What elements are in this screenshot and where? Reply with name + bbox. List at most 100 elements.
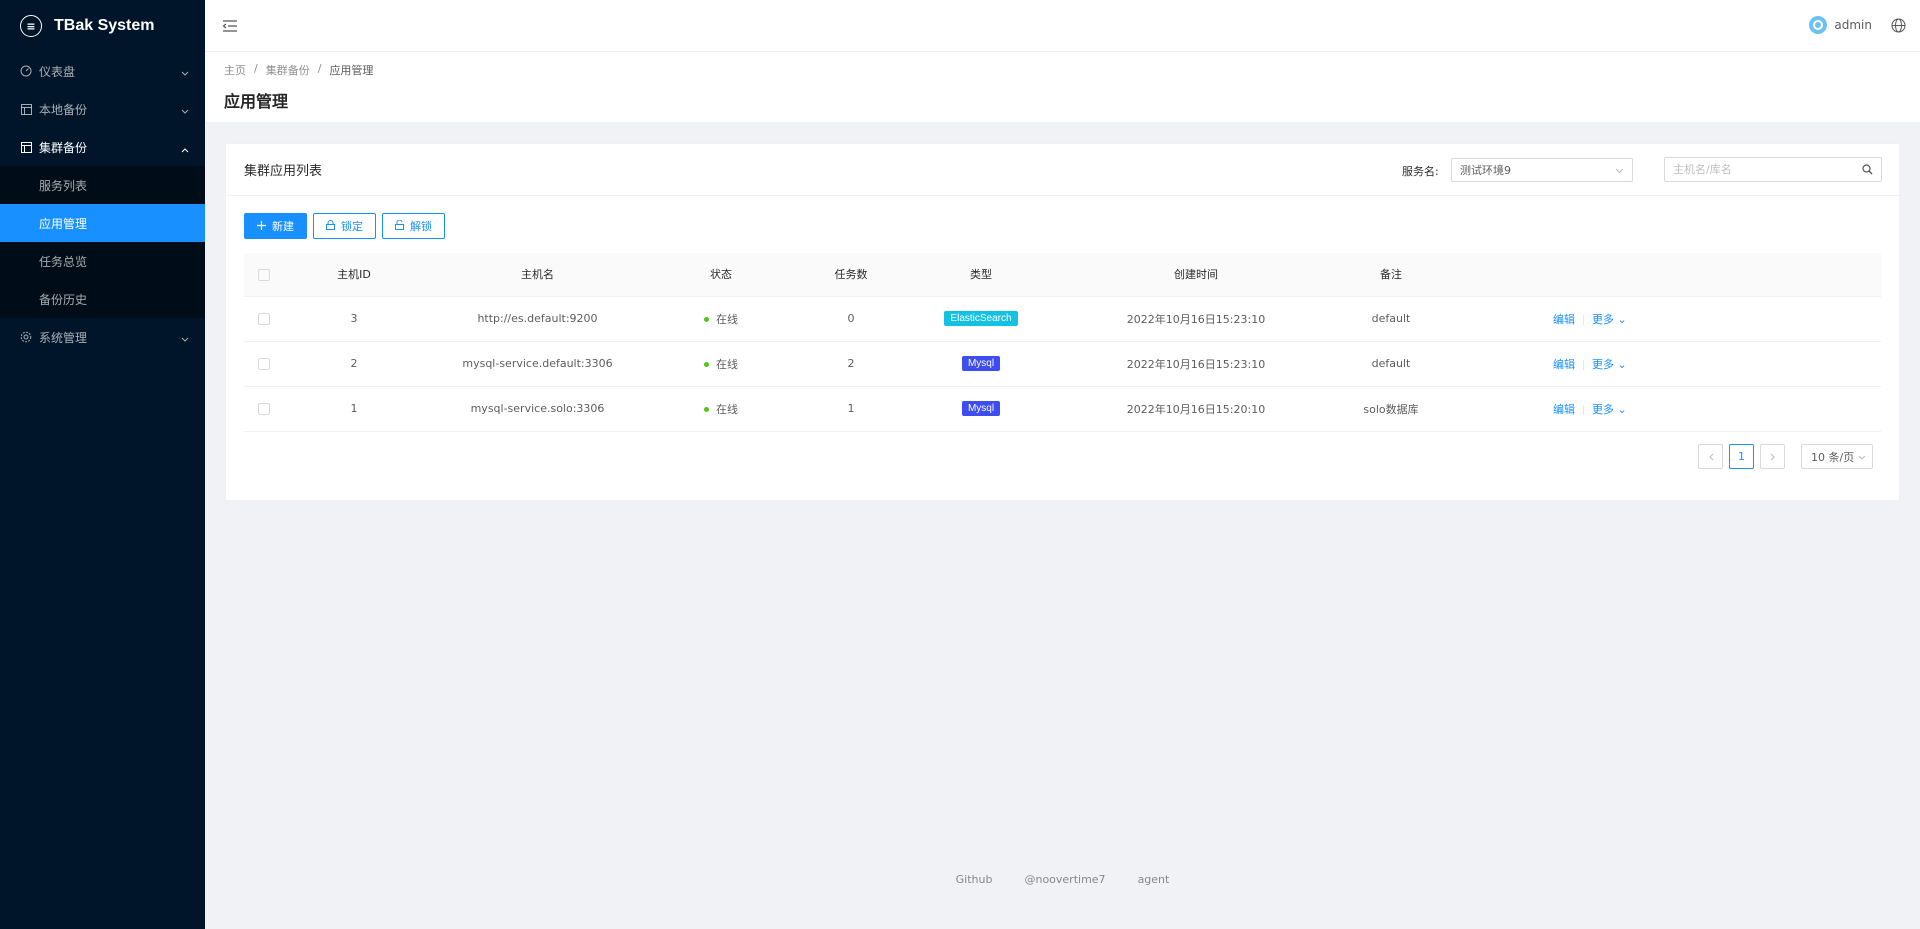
dashboard-icon <box>20 65 32 77</box>
select-all-checkbox[interactable] <box>258 268 270 281</box>
chevron-down-icon: ⌄ <box>1617 312 1627 326</box>
table-row: 1 mysql-service.solo:3306 在线 1 Mysql 202… <box>244 386 1881 432</box>
row-checkbox[interactable] <box>258 403 270 415</box>
edit-link[interactable]: 编辑 <box>1553 358 1575 371</box>
next-page-button[interactable] <box>1760 444 1785 469</box>
logo-icon: ≡ <box>20 15 42 37</box>
hostname-cell: mysql-service.default:3306 <box>424 341 651 387</box>
sidebar-item-system-management[interactable]: 系统管理 <box>0 318 205 356</box>
page-size-select[interactable]: 10 条/页 <box>1801 444 1873 469</box>
type-tag: Mysql <box>961 356 1001 371</box>
table-row: 2 mysql-service.default:3306 在线 2 Mysql … <box>244 341 1881 387</box>
sidebar-item-cluster-backup[interactable]: 集群备份 <box>0 128 205 166</box>
task-count-cell: 1 <box>791 386 911 432</box>
search-input[interactable] <box>1673 163 1853 176</box>
column-header-note[interactable]: 备注 <box>1341 253 1441 297</box>
host-id-cell: 2 <box>284 341 424 387</box>
breadcrumb-cluster-backup[interactable]: 集群备份 <box>266 62 310 78</box>
column-header-type[interactable]: 类型 <box>911 253 1051 297</box>
unlock-icon <box>395 218 404 233</box>
column-header-hostname[interactable]: 主机名 <box>424 253 651 297</box>
action-divider <box>1583 404 1584 415</box>
lock-button-label: 锁定 <box>341 220 363 233</box>
toolbar: 新建 锁定 解锁 <box>244 213 445 239</box>
footer-link-github[interactable]: Github <box>956 873 993 886</box>
column-header-task-count[interactable]: 任务数 <box>791 253 911 297</box>
app-table: 主机ID 主机名 状态 任务数 类型 创建时间 备注 3 http://es.d… <box>244 253 1881 432</box>
status-cell: 在线 <box>651 341 791 387</box>
actions-cell: 编辑 更多 ⌄ <box>1441 296 1881 342</box>
sidebar-item-local-backup[interactable]: 本地备份 <box>0 90 205 128</box>
card-header: 集群应用列表 服务名: 测试环境9 <box>226 144 1899 196</box>
app-title: TBak System <box>54 17 155 34</box>
host-id-cell: 3 <box>284 296 424 342</box>
sidebar-item-dashboard[interactable]: 仪表盘 <box>0 52 205 90</box>
plus-icon <box>257 220 266 233</box>
sidebar-item-task-overview[interactable]: 任务总览 <box>0 242 205 280</box>
more-link[interactable]: 更多 ⌄ <box>1592 358 1627 371</box>
actions-cell: 编辑 更多 ⌄ <box>1441 386 1881 432</box>
footer-link-author[interactable]: @noovertime7 <box>1024 873 1105 886</box>
sidebar-item-label: 系统管理 <box>39 330 88 345</box>
page-size-value: 10 条/页 <box>1811 450 1855 464</box>
column-header-host-id[interactable]: 主机ID <box>284 253 424 297</box>
row-select-cell <box>244 341 284 387</box>
more-link[interactable]: 更多 ⌄ <box>1592 403 1627 416</box>
chevron-down-icon: ⌄ <box>1617 357 1627 371</box>
sidebar-item-label: 本地备份 <box>39 102 88 117</box>
table-row: 3 http://es.default:9200 在线 0 ElasticSea… <box>244 296 1881 342</box>
chevron-down-icon: ⌄ <box>1617 402 1627 416</box>
submenu-cluster-backup: 服务列表 应用管理 任务总览 备份历史 <box>0 166 205 318</box>
lock-button[interactable]: 锁定 <box>313 213 376 239</box>
menu-fold-icon[interactable] <box>222 18 238 34</box>
unlock-button[interactable]: 解锁 <box>382 213 445 239</box>
column-header-actions <box>1441 253 1881 297</box>
new-button[interactable]: 新建 <box>244 213 307 239</box>
sidebar-item-app-management[interactable]: 应用管理 <box>0 204 205 242</box>
page-1-button[interactable]: 1 <box>1729 444 1754 469</box>
more-link-label: 更多 <box>1592 402 1614 416</box>
status-dot <box>704 407 709 412</box>
status-text: 在线 <box>716 357 738 371</box>
row-checkbox[interactable] <box>258 313 270 325</box>
row-checkbox[interactable] <box>258 358 270 370</box>
actions-cell: 编辑 更多 ⌄ <box>1441 341 1881 387</box>
breadcrumb-current: 应用管理 <box>329 64 374 77</box>
username: admin <box>1834 18 1872 32</box>
hostname-cell: http://es.default:9200 <box>424 296 651 342</box>
chevron-up-icon <box>181 142 189 156</box>
type-tag: ElasticSearch <box>944 311 1018 326</box>
edit-link[interactable]: 编辑 <box>1553 313 1575 326</box>
column-header-status[interactable]: 状态 <box>651 253 791 297</box>
breadcrumb-home[interactable]: 主页 <box>224 62 246 78</box>
action-divider <box>1583 314 1584 325</box>
status-text: 在线 <box>716 402 738 416</box>
action-divider <box>1583 359 1584 370</box>
service-label: 服务名: <box>1402 165 1439 178</box>
edit-link[interactable]: 编辑 <box>1553 403 1575 416</box>
globe-icon[interactable] <box>1891 18 1906 33</box>
prev-page-button[interactable] <box>1698 444 1723 469</box>
row-select-cell <box>244 386 284 432</box>
pagination: 1 10 条/页 <box>1698 444 1873 469</box>
column-header-created-time[interactable]: 创建时间 <box>1051 253 1341 297</box>
task-count-cell: 2 <box>791 341 911 387</box>
type-cell: ElasticSearch <box>911 296 1051 342</box>
page-header: 主页 / 集群备份 / 应用管理 应用管理 <box>205 52 1920 122</box>
row-select-cell <box>244 296 284 342</box>
type-tag: Mysql <box>961 401 1001 416</box>
logo[interactable]: ≡ TBak System <box>0 0 205 52</box>
note-cell: solo数据库 <box>1341 386 1441 432</box>
service-select[interactable]: 测试环境9 <box>1451 158 1633 182</box>
search-icon[interactable] <box>1862 164 1873 178</box>
footer-link-agent[interactable]: agent <box>1138 873 1170 886</box>
more-link[interactable]: 更多 ⌄ <box>1592 313 1627 326</box>
page-title: 应用管理 <box>224 92 289 111</box>
setting-icon <box>20 331 32 343</box>
sidebar-item-service-list[interactable]: 服务列表 <box>0 166 205 204</box>
sidebar-item-backup-history[interactable]: 备份历史 <box>0 280 205 318</box>
user-menu[interactable]: admin <box>1809 16 1872 34</box>
app-list-card: 集群应用列表 服务名: 测试环境9 新建 锁定 解锁 <box>225 143 1900 501</box>
new-button-label: 新建 <box>272 220 294 233</box>
card-title: 集群应用列表 <box>244 164 323 179</box>
